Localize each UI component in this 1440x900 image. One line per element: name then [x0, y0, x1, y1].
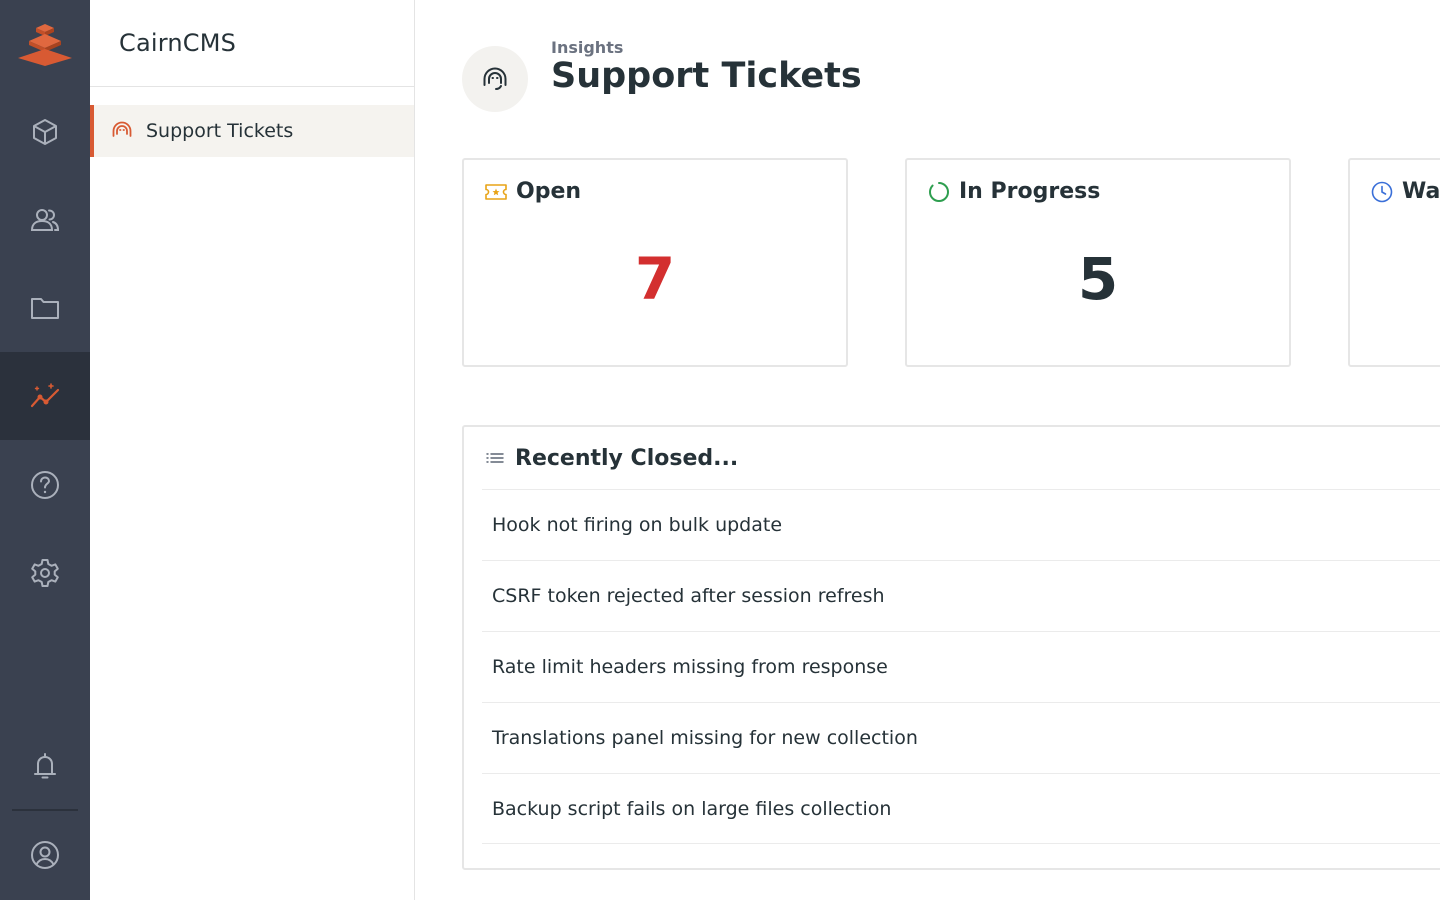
ticket-title: Rate limit headers missing from response: [492, 656, 888, 678]
recently-closed-panel: Recently Closed... Hook not firing on bu…: [462, 425, 1440, 870]
bell-icon: [34, 753, 56, 779]
panel-header: Recently Closed...: [484, 446, 738, 471]
box-icon: [33, 119, 57, 145]
folder-icon: [31, 298, 59, 319]
ticket-title: Hook not firing on bulk update: [492, 514, 783, 536]
users-icon: [30, 209, 60, 231]
module-settings[interactable]: [0, 529, 90, 617]
ticket-title: CSRF token rejected after session refres…: [492, 585, 885, 607]
progress-icon: [928, 181, 950, 202]
card-header: Open: [484, 179, 581, 204]
card-title: Wai: [1402, 179, 1440, 204]
module-bar: [0, 0, 90, 900]
ticket-icon: [485, 183, 507, 200]
module-content[interactable]: [0, 88, 90, 176]
insights-icon: [30, 383, 60, 408]
panel-title: Recently Closed...: [515, 446, 739, 471]
user-menu-button[interactable]: [0, 811, 90, 899]
list-icon: [486, 452, 504, 463]
module-help[interactable]: [0, 441, 90, 529]
breadcrumb[interactable]: Insights: [551, 38, 623, 57]
metric-card-in-progress: In Progress 5: [905, 158, 1291, 367]
project-header: CairnCMS: [90, 0, 414, 87]
list-item[interactable]: Translations panel missing for new colle…: [482, 702, 1440, 773]
headset-icon: [112, 121, 132, 137]
nav-item-support-tickets[interactable]: Support Tickets: [90, 105, 414, 157]
list-item[interactable]: CSRF token rejected after session refres…: [482, 560, 1440, 631]
notifications-button[interactable]: [0, 722, 90, 810]
navigation-pane: CairnCMS Support Tickets: [90, 0, 415, 900]
closed-ticket-list: Hook not firing on bulk update CSRF toke…: [482, 489, 1440, 844]
nav-item-label: Support Tickets: [146, 120, 294, 142]
card-title: In Progress: [959, 179, 1101, 204]
page-title: Support Tickets: [551, 56, 862, 96]
card-header: In Progress: [927, 179, 1100, 204]
list-item[interactable]: Hook not firing on bulk update: [482, 489, 1440, 560]
card-title: Open: [516, 179, 582, 204]
main-content: Insights Support Tickets Open 7 In Progr…: [416, 0, 1440, 900]
project-name: CairnCMS: [119, 29, 237, 57]
module-users[interactable]: [0, 176, 90, 264]
ticket-title: Backup script fails on large files colle…: [492, 797, 892, 820]
gear-icon: [31, 559, 59, 587]
headset-icon: [483, 67, 507, 90]
card-value: 5: [1077, 245, 1119, 313]
metric-card-waiting: Wai: [1348, 158, 1440, 367]
list-item[interactable]: Rate limit headers missing from response: [482, 631, 1440, 702]
card-header: Wai: [1370, 179, 1440, 204]
app-logo[interactable]: [0, 0, 90, 88]
help-icon: [31, 471, 59, 499]
card-value: 7: [634, 245, 676, 313]
module-files[interactable]: [0, 264, 90, 352]
clock-icon: [1371, 181, 1393, 202]
user-circle-icon: [31, 841, 59, 869]
page-title-icon: [462, 46, 528, 112]
metric-card-open: Open 7: [462, 158, 848, 367]
cairn-logo-icon: [18, 24, 72, 66]
ticket-title: Translations panel missing for new colle…: [492, 727, 918, 749]
list-item[interactable]: Backup script fails on large files colle…: [482, 773, 1440, 844]
module-insights[interactable]: [0, 352, 90, 440]
